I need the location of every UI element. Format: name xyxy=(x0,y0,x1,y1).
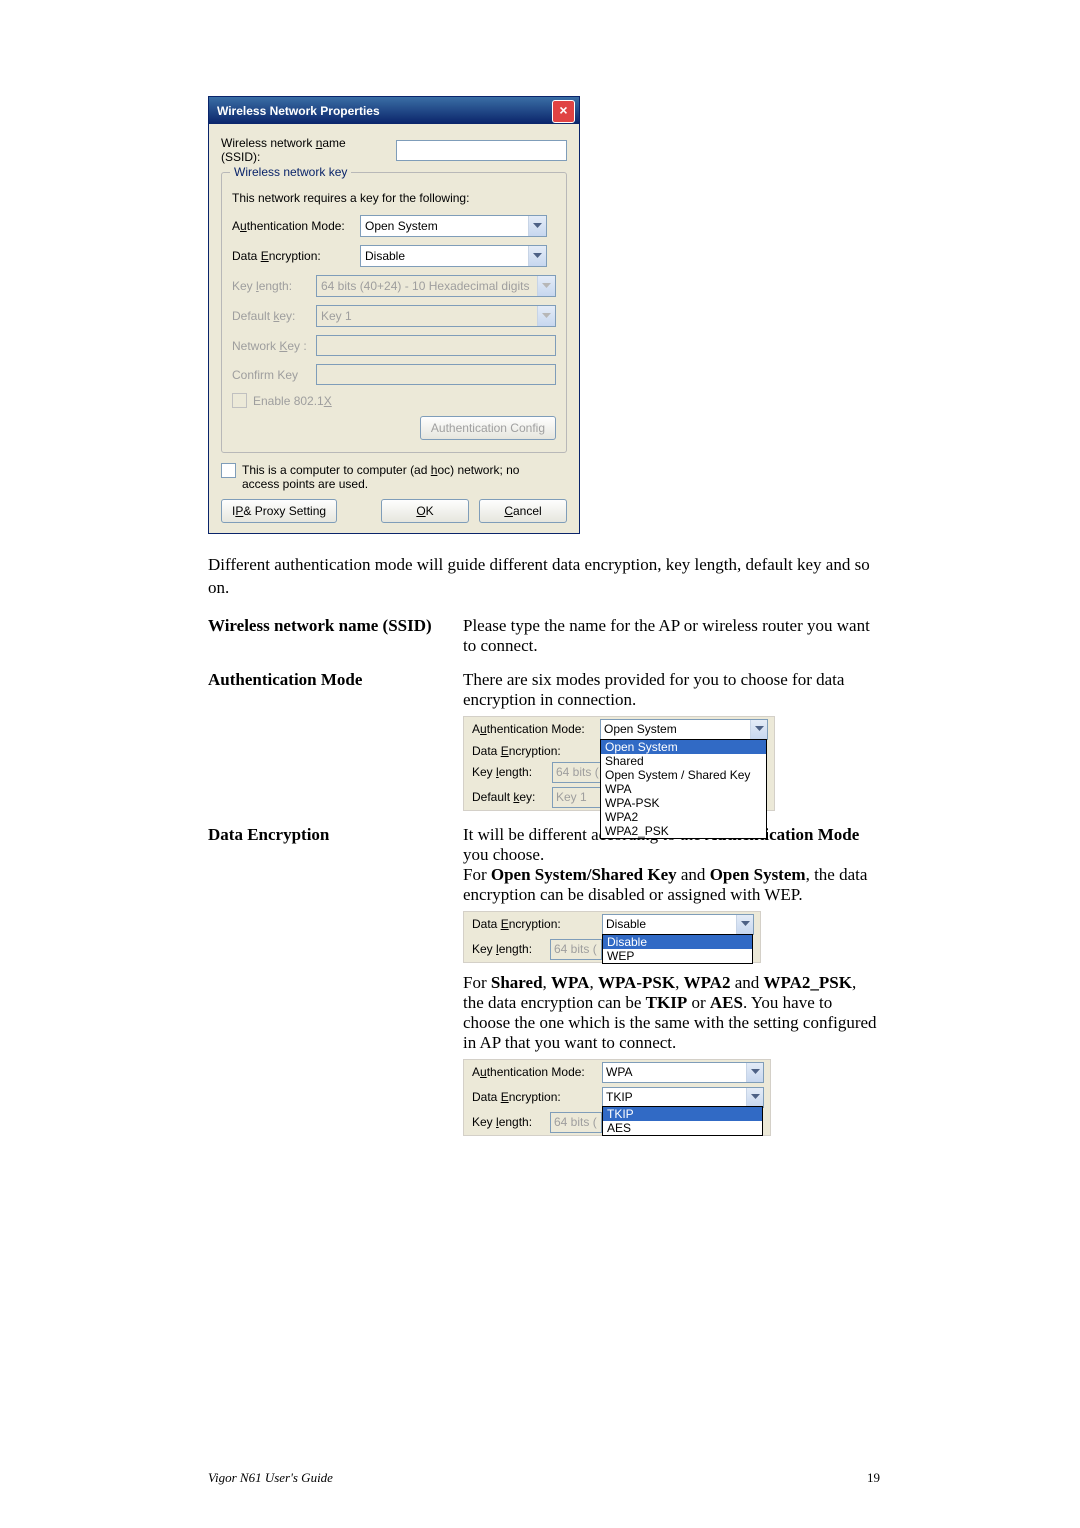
list-item[interactable]: WPA xyxy=(601,782,766,796)
encryption-label: Data Encryption: xyxy=(232,249,360,263)
enc-disable-figure: Data Encryption: Disable Key length: xyxy=(463,911,761,963)
cancel-button[interactable]: Cancel xyxy=(479,499,567,523)
defaultkey-label: Default key: xyxy=(232,309,316,323)
ssid-input[interactable] xyxy=(396,140,567,161)
list-item[interactable]: Shared xyxy=(601,754,766,768)
chevron-down-icon xyxy=(537,276,555,296)
keylength-combo: 64 bits (40+24) - 10 Hexadecimal digits xyxy=(316,275,556,297)
term-auth: Authentication Mode xyxy=(208,670,463,825)
keylength-label: Key length: xyxy=(232,279,316,293)
ok-button[interactable]: OK xyxy=(381,499,469,523)
auth-mode-label: Authentication Mode: xyxy=(232,219,360,233)
ssid-label: Wireless network name (SSID): xyxy=(221,136,386,164)
chevron-down-icon[interactable] xyxy=(528,246,546,266)
list-item[interactable]: Disable xyxy=(603,935,752,949)
fig-enc2-keylen-combo: 64 bits ( xyxy=(550,1112,602,1133)
fig-enc1-enc-label: Data Encryption: xyxy=(472,917,582,931)
enable-8021x-label: Enable 802.1X xyxy=(253,394,332,408)
fig-enc2-enc-label: Data Encryption: xyxy=(472,1090,602,1104)
fig-enc2-auth-combo[interactable]: WPA xyxy=(602,1062,764,1083)
fig-enc1-keylen-combo: 64 bits ( xyxy=(550,939,602,960)
group-intro: This network requires a key for the foll… xyxy=(232,191,556,205)
chevron-down-icon[interactable] xyxy=(750,720,767,739)
list-item[interactable]: TKIP xyxy=(603,1107,762,1121)
fig-auth-combo[interactable]: Open System xyxy=(600,719,768,740)
encryption-combo[interactable]: Disable xyxy=(360,245,547,267)
auth-mode-options[interactable]: Open System Shared Open System / Shared … xyxy=(600,739,767,839)
fig-auth-label: Authentication Mode: xyxy=(472,722,600,736)
fig-enc-label: Data Encryption: xyxy=(472,744,600,758)
networkkey-label: Network Key : xyxy=(232,339,316,353)
fig-keylen-combo: 64 bits ( xyxy=(552,762,602,783)
fig-enc2-auth-label: Authentication Mode: xyxy=(472,1065,602,1079)
fig-enc1-combo[interactable]: Disable xyxy=(602,914,754,935)
adhoc-checkbox[interactable] xyxy=(221,463,236,478)
footer-left: Vigor N61 User's Guide xyxy=(208,1470,333,1486)
networkkey-input xyxy=(316,335,556,356)
wireless-key-group: Wireless network key This network requir… xyxy=(221,172,567,453)
list-item[interactable]: Open System / Shared Key xyxy=(601,768,766,782)
fig-enc1-keylen-label: Key length: xyxy=(472,942,550,956)
intro-paragraph: Different authentication mode will guide… xyxy=(208,554,880,600)
list-item[interactable]: WEP xyxy=(603,949,752,963)
auth-mode-combo[interactable]: Open System xyxy=(360,215,547,237)
defaultkey-combo: Key 1 xyxy=(316,305,556,327)
auth-modes-figure: Authentication Mode: Open System Data En… xyxy=(463,716,775,811)
list-item[interactable]: AES xyxy=(603,1121,762,1135)
dialog-titlebar[interactable]: Wireless Network Properties × xyxy=(209,97,579,124)
chevron-down-icon[interactable] xyxy=(528,216,546,236)
chevron-down-icon[interactable] xyxy=(746,1088,763,1107)
wireless-properties-dialog: Wireless Network Properties × Wireless n… xyxy=(208,96,580,534)
list-item[interactable]: WPA2_PSK xyxy=(601,824,766,838)
fig-defkey-combo: Key 1 xyxy=(552,787,602,808)
enc1-options[interactable]: Disable WEP xyxy=(602,934,753,964)
chevron-down-icon[interactable] xyxy=(746,1063,763,1082)
close-icon[interactable]: × xyxy=(552,100,575,123)
dialog-title: Wireless Network Properties xyxy=(217,104,380,118)
fig-enc2-enc-combo[interactable]: TKIP xyxy=(602,1087,764,1108)
footer-page-number: 19 xyxy=(867,1470,880,1486)
desc-ssid: Please type the name for the AP or wirel… xyxy=(463,616,880,670)
enc2-options[interactable]: TKIP AES xyxy=(602,1106,763,1136)
desc-enc-2: For Open System/Shared Key and Open Syst… xyxy=(463,865,867,904)
confirmkey-label: Confirm Key xyxy=(232,368,316,382)
fig-keylen-label: Key length: xyxy=(472,765,552,779)
chevron-down-icon[interactable] xyxy=(736,915,753,934)
group-legend: Wireless network key xyxy=(230,165,351,179)
list-item[interactable]: Open System xyxy=(601,740,766,754)
desc-enc-3: For Shared, WPA, WPA-PSK, WPA2 and WPA2_… xyxy=(463,973,880,1053)
list-item[interactable]: WPA2 xyxy=(601,810,766,824)
chevron-down-icon xyxy=(537,306,555,326)
confirmkey-input xyxy=(316,364,556,385)
ip-proxy-button[interactable]: IP & Proxy Setting xyxy=(221,499,337,523)
term-enc: Data Encryption xyxy=(208,825,463,1150)
desc-auth: There are six modes provided for you to … xyxy=(463,670,844,709)
fig-enc2-keylen-label: Key length: xyxy=(472,1115,550,1129)
enable-8021x-checkbox xyxy=(232,393,247,408)
term-ssid: Wireless network name (SSID) xyxy=(208,616,463,670)
auth-config-button: Authentication Config xyxy=(420,416,556,440)
fig-defkey-label: Default key: xyxy=(472,790,552,804)
list-item[interactable]: WPA-PSK xyxy=(601,796,766,810)
adhoc-label: This is a computer to computer (ad hoc) … xyxy=(242,463,552,491)
enc-tkip-figure: Authentication Mode: WPA Data Encryption… xyxy=(463,1059,771,1136)
